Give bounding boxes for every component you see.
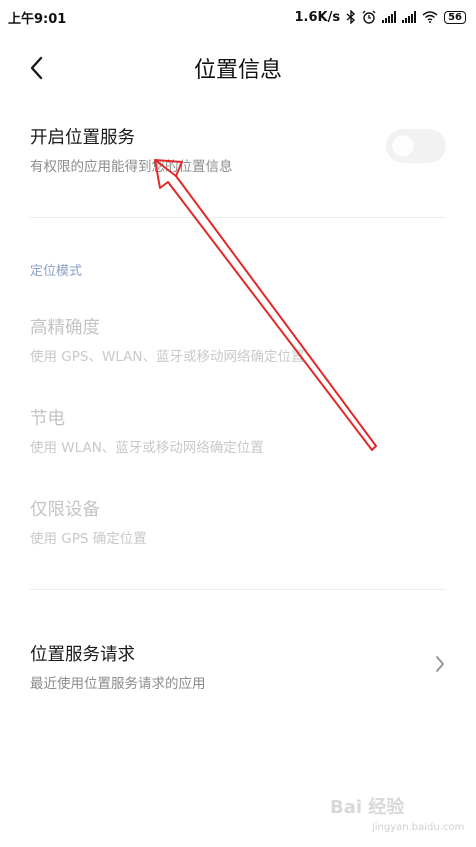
toggle-knob: [392, 135, 414, 157]
section-label-location-mode: 定位模式: [30, 264, 83, 279]
location-requests-subtitle: 最近使用位置服务请求的应用: [30, 676, 206, 692]
location-requests-row[interactable]: 位置服务请求 最近使用位置服务请求的应用: [30, 641, 446, 692]
location-service-title: 开启位置服务: [30, 128, 135, 148]
mode-high-accuracy[interactable]: 高精确度 使用 GPS、WLAN、蓝牙或移动网络确定位置: [30, 314, 446, 365]
mode-subtitle: 使用 WLAN、蓝牙或移动网络确定位置: [30, 440, 264, 456]
chevron-right-icon[interactable]: [434, 655, 446, 673]
mode-device-only[interactable]: 仅限设备 使用 GPS 确定位置: [30, 496, 446, 547]
bluetooth-icon: [346, 10, 356, 24]
watermark: Bai 经验: [330, 797, 405, 818]
location-service-row[interactable]: 开启位置服务 有权限的应用能得到您的位置信息: [30, 124, 446, 175]
network-speed: 1.6K/s: [294, 9, 341, 25]
status-icons: 1.6K/s 56: [294, 10, 466, 25]
watermark-url: jingyan.baidu.com: [372, 822, 465, 833]
mode-title: 高精确度: [30, 318, 100, 338]
mode-title: 仅限设备: [30, 500, 100, 520]
alarm-icon: [362, 10, 376, 24]
signal-icon: [402, 11, 417, 23]
mode-battery-saving[interactable]: 节电 使用 WLAN、蓝牙或移动网络确定位置: [30, 405, 446, 456]
location-service-subtitle: 有权限的应用能得到您的位置信息: [30, 159, 233, 175]
mode-subtitle: 使用 GPS 确定位置: [30, 531, 147, 547]
divider: [30, 217, 446, 218]
header: 位置信息: [0, 46, 476, 90]
mode-title: 节电: [30, 409, 65, 429]
signal-icon: [382, 11, 397, 23]
location-requests-title: 位置服务请求: [30, 645, 135, 665]
status-time: 上午9:01: [8, 11, 67, 27]
status-bar: 上午9:01 1.6K/s 56: [0, 0, 476, 34]
battery-icon: 56: [444, 10, 466, 24]
page-title: 位置信息: [193, 58, 282, 83]
location-service-toggle[interactable]: [386, 129, 446, 163]
divider: [30, 589, 446, 590]
mode-subtitle: 使用 GPS、WLAN、蓝牙或移动网络确定位置: [30, 349, 305, 365]
wifi-icon: [422, 11, 438, 23]
